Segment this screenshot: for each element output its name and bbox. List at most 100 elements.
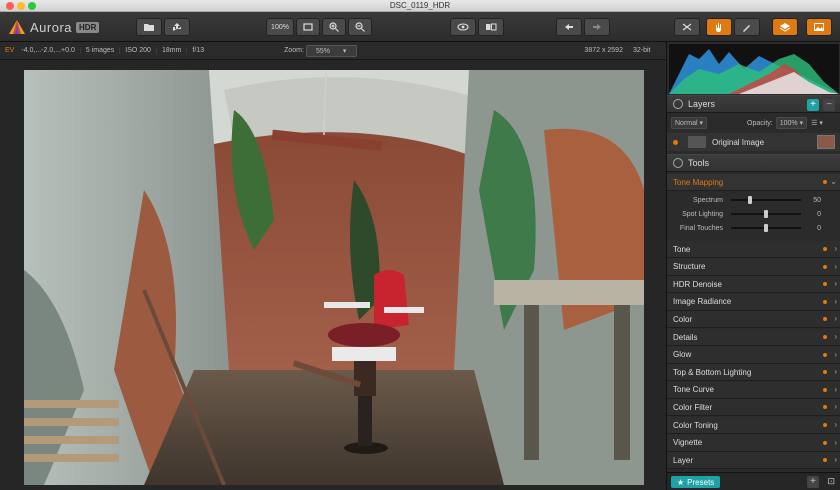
image-canvas[interactable] <box>0 60 666 490</box>
layers-icon <box>779 23 791 32</box>
compare-button[interactable] <box>478 18 504 36</box>
eye-icon <box>457 23 469 31</box>
tools-title: Tools <box>688 158 710 168</box>
chevron-right-icon: › <box>834 420 837 429</box>
slider-knob[interactable] <box>764 210 768 218</box>
opacity-select[interactable]: 100% ▾ <box>775 117 808 129</box>
bit-depth: 32-bit <box>632 47 651 54</box>
section-enabled-indicator[interactable] <box>823 405 827 410</box>
section-enabled-indicator[interactable] <box>823 180 827 184</box>
section-enabled-indicator[interactable] <box>823 335 827 339</box>
add-layer-button[interactable]: + <box>807 99 819 111</box>
preview-button[interactable] <box>450 18 476 36</box>
presets-button[interactable]: ★ Presets <box>671 476 721 488</box>
hand-tool-button[interactable] <box>706 18 732 36</box>
photo-preview[interactable] <box>24 70 644 485</box>
add-preset-button[interactable]: + <box>807 476 819 488</box>
hand-icon <box>716 23 721 32</box>
layers-panel-button[interactable] <box>772 18 798 36</box>
zoom-label: Zoom: <box>284 47 304 54</box>
zoom-out-button[interactable] <box>348 18 372 36</box>
panel-bottom-bar: ★ Presets + ⊡ <box>667 472 840 490</box>
tool-section[interactable]: Color › <box>667 311 840 329</box>
zoom-in-button[interactable] <box>322 18 346 36</box>
tool-section[interactable]: Tone › <box>667 241 840 258</box>
preset-options-icon[interactable]: ⊡ <box>827 476 835 487</box>
layer-item[interactable]: Original Image <box>667 133 840 151</box>
chevron-right-icon: › <box>834 455 837 465</box>
slider-knob[interactable] <box>747 196 752 204</box>
section-enabled-indicator[interactable] <box>823 299 827 304</box>
crop-icon <box>682 23 692 31</box>
blend-mode-select[interactable]: Normal ▾ <box>671 117 708 129</box>
share-button[interactable] <box>164 18 190 36</box>
chevron-down-icon: ▾ <box>337 47 353 55</box>
tools-header[interactable]: Tools <box>667 154 840 172</box>
presets-panel-button[interactable] <box>806 18 832 36</box>
tool-section[interactable]: Color Toning › <box>667 417 840 434</box>
zoom-100-button[interactable]: 100% <box>266 18 294 36</box>
layer-name: Original Image <box>712 137 765 147</box>
brush-icon <box>743 25 750 32</box>
section-tone-mapping[interactable]: Tone Mapping ⌄ <box>667 174 840 191</box>
section-enabled-indicator[interactable] <box>823 352 827 357</box>
share-icon <box>173 23 181 31</box>
tool-section[interactable]: Structure › <box>667 258 840 276</box>
fit-screen-icon <box>303 23 313 31</box>
tool-section[interactable]: HDR Denoise › <box>667 276 840 294</box>
tool-section[interactable]: Color Filter › <box>667 399 840 417</box>
tool-section[interactable]: Layer › <box>667 452 840 470</box>
tool-section[interactable]: Details › <box>667 329 840 346</box>
section-enabled-indicator[interactable] <box>823 282 827 287</box>
split-view-icon <box>486 23 497 31</box>
layers-header[interactable]: Layers + − <box>667 95 840 113</box>
fit-screen-button[interactable] <box>296 18 320 36</box>
chevron-right-icon: › <box>834 402 837 412</box>
slider-track[interactable] <box>731 210 801 218</box>
zoom-select[interactable]: 55% ▾ <box>305 44 358 57</box>
section-enabled-indicator[interactable] <box>823 458 827 463</box>
tool-section[interactable]: Vignette › <box>667 434 840 452</box>
tool-section-label: Tone <box>673 244 691 254</box>
ev-values: -4.0,...-2.0,...+0.0 <box>16 47 81 54</box>
chevron-right-icon: › <box>834 332 837 341</box>
chevron-right-icon: › <box>834 437 837 447</box>
tool-section[interactable]: Image Radiance › <box>667 293 840 311</box>
slider-value[interactable]: 50 <box>813 197 821 204</box>
layer-visibility-icon[interactable] <box>673 139 678 145</box>
layer-menu-icon[interactable]: ☰ ▾ <box>811 119 823 127</box>
section-enabled-indicator[interactable] <box>823 440 827 445</box>
tool-section[interactable]: Tone Curve › <box>667 381 840 399</box>
slider-label: Spectrum <box>693 196 723 204</box>
section-enabled-indicator[interactable] <box>823 423 827 427</box>
slider-knob[interactable] <box>764 224 768 232</box>
undo-button[interactable] <box>556 18 582 36</box>
histogram-graph <box>669 49 839 94</box>
section-enabled-indicator[interactable] <box>823 387 827 392</box>
tool-section[interactable]: Top & Bottom Lighting › <box>667 364 840 382</box>
brush-tool-button[interactable] <box>734 18 760 36</box>
chevron-right-icon: › <box>834 296 837 306</box>
slider-track[interactable] <box>731 224 801 232</box>
slider-value[interactable]: 0 <box>817 211 821 218</box>
section-enabled-indicator[interactable] <box>823 317 827 322</box>
main-toolbar: Aurora HDR 100% <box>0 12 840 42</box>
layer-thumbnail <box>688 136 706 148</box>
chevron-right-icon: › <box>834 261 837 271</box>
aperture-value: f/13 <box>192 47 205 54</box>
open-button[interactable] <box>136 18 162 36</box>
redo-button[interactable] <box>584 18 610 36</box>
crop-tool-button[interactable] <box>674 18 700 36</box>
layers-section-icon <box>673 99 683 109</box>
slider-track[interactable] <box>731 196 801 204</box>
image-icon <box>814 23 824 31</box>
focal-length: 18mm <box>157 47 188 54</box>
layers-title: Layers <box>688 99 716 109</box>
section-enabled-indicator[interactable] <box>823 370 827 375</box>
section-enabled-indicator[interactable] <box>823 247 827 251</box>
slider-value[interactable]: 0 <box>817 225 821 232</box>
remove-layer-button[interactable]: − <box>823 99 835 111</box>
tone-mapping-label: Tone Mapping <box>673 177 724 187</box>
section-enabled-indicator[interactable] <box>823 264 827 269</box>
tool-section[interactable]: Glow › <box>667 346 840 364</box>
